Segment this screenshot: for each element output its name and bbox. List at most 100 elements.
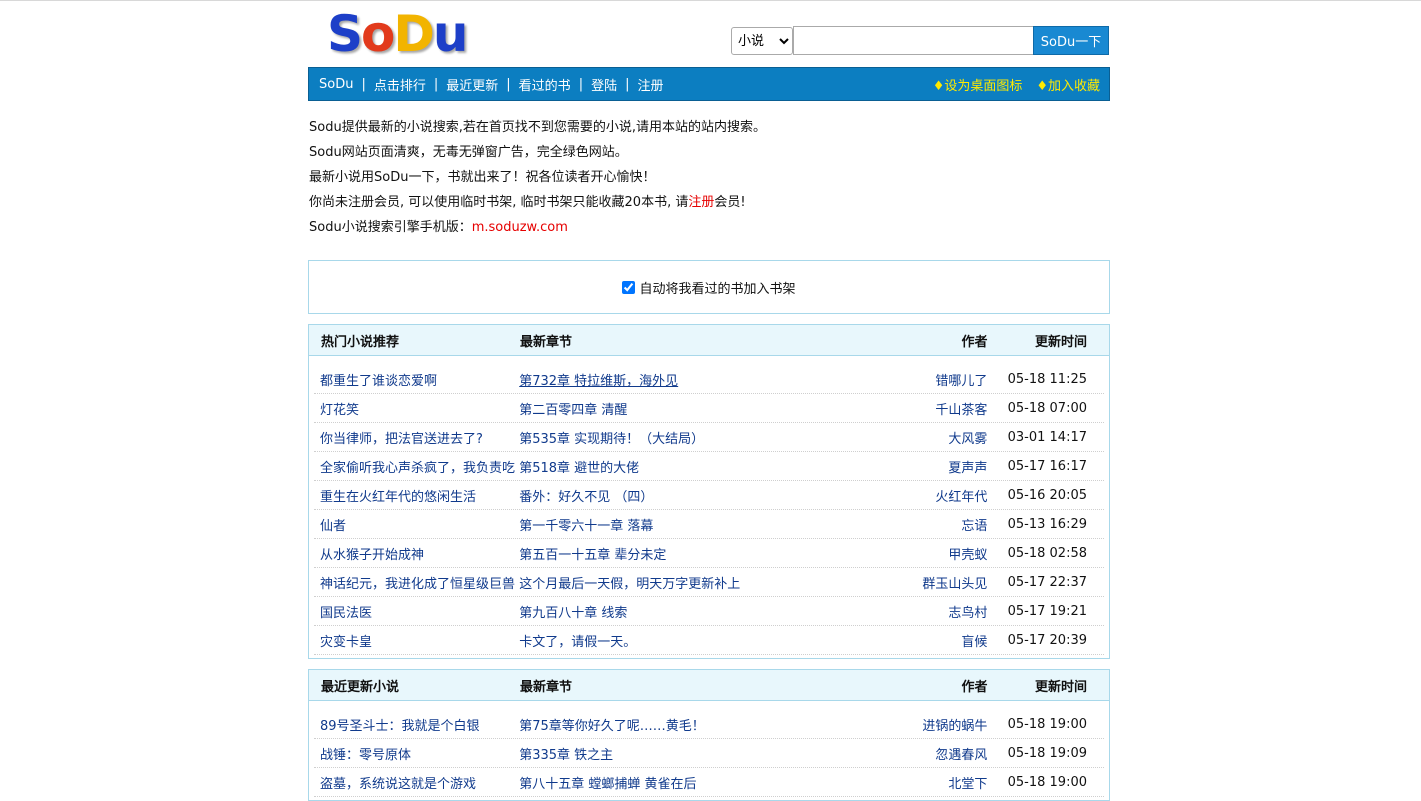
novel-title-link[interactable]: 灾变卡皇 [320,635,372,650]
header-author: 作者 [961,334,988,350]
update-time: 05-17 19:21 [1007,603,1087,619]
table-row: 全家偷听我心声杀疯了，我负责吃 第518章 避世的大佬 夏声声 05-17 16:17 [314,452,1104,481]
author-cell: 夏声声 [818,457,987,476]
sodu-logo[interactable]: SoDu [327,5,469,63]
nav-item-login[interactable]: 登陆 [591,75,617,94]
register-link[interactable]: 注册 [688,195,714,210]
latest-chapter-link[interactable]: 第一千零六十一章 落幕 [519,519,653,534]
nav-item-recent[interactable]: 最近更新 [446,75,498,94]
latest-chapter-link[interactable]: 番外：好久不见 （四） [519,490,653,505]
novel-title-link[interactable]: 你当律师，把法官送进去了? [320,432,483,447]
logo-letter: u [432,5,469,63]
author-link[interactable]: 进锅的蜗牛 [922,719,987,734]
update-time: 05-18 11:25 [1007,371,1087,387]
novel-title-link[interactable]: 都重生了谁谈恋爱啊 [320,374,437,389]
main-nav: SoDu | 点击排行 | 最近更新 | 看过的书 | 登陆 | 注册 ♦设为桌… [308,67,1110,101]
latest-chapter-link[interactable]: 卡文了，请假一天。 [519,635,636,650]
author-cell: 大风雾 [818,428,987,447]
latest-chapter-link[interactable]: 第518章 避世的大佬 [519,461,639,476]
novel-title-cell: 灾变卡皇 [320,631,519,650]
novel-title-cell: 仙者 [320,515,519,534]
info-line: 最新小说用SoDu一下，书就出来了！祝各位读者开心愉快！ [309,170,656,185]
update-time: 03-01 14:17 [1007,429,1087,445]
author-cell: 志鸟村 [818,602,987,621]
latest-chapter-cell: 卡文了，请假一天。 [519,631,818,650]
logo-letter: S [327,5,363,63]
search-button[interactable]: SoDu一下 [1033,26,1109,55]
author-link[interactable]: 忽遇春风 [935,748,987,763]
author-link[interactable]: 北堂下 [948,777,987,792]
latest-chapter-link[interactable]: 第732章 特拉维斯，海外见 [519,374,678,389]
header-time: 更新时间 [1034,334,1087,350]
update-time: 05-18 19:00 [1007,774,1087,790]
author-link[interactable]: 盲候 [961,635,987,650]
search-input[interactable] [793,26,1033,55]
novel-title-cell: 神话纪元，我进化成了恒星级巨兽 [320,573,519,592]
author-link[interactable]: 群玉山头见 [922,577,987,592]
table-row: 仙者 第一千零六十一章 落幕 忘语 05-13 16:29 [314,510,1104,539]
author-link[interactable]: 夏声声 [948,461,987,476]
latest-chapter-link[interactable]: 第335章 铁之主 [519,748,613,763]
latest-chapter-link[interactable]: 第八十五章 螳螂捕蝉 黄雀在后 [519,777,696,792]
novel-title-cell: 战锤：零号原体 [320,744,519,763]
author-link[interactable]: 火红年代 [935,490,987,505]
novel-title-cell: 89号圣斗士：我就是个白银 [320,715,519,734]
table-row: 神话纪元，我进化成了恒星级巨兽 这个月最后一天假，明天万字更新补上 群玉山头见 05-… [314,568,1104,597]
latest-chapter-link[interactable]: 第75章等你好久了呢……黄毛！ [519,719,705,734]
update-time: 05-18 19:09 [1007,745,1087,761]
novel-title-link[interactable]: 全家偷听我心声杀疯了，我负责吃 [320,461,515,476]
nav-item-ranking[interactable]: 点击排行 [374,75,426,94]
novel-title-cell: 全家偷听我心声杀疯了，我负责吃 [320,457,519,476]
nav-item-register[interactable]: 注册 [637,75,663,94]
header-author: 作者 [961,679,988,695]
nav-item-sodu[interactable]: SoDu [319,77,353,92]
novel-title-cell: 盗墓，系统说这就是个游戏 [320,773,519,792]
latest-chapter-cell: 第五百一十五章 辈分未定 [519,544,818,563]
latest-chapter-cell: 第一千零六十一章 落幕 [519,515,818,534]
nav-separator: | [361,76,366,92]
auto-add-checkbox[interactable] [622,280,636,294]
header-chapter: 最新章节 [519,334,572,350]
add-favorite-link[interactable]: ♦加入收藏 [1036,75,1100,94]
author-link[interactable]: 大风雾 [948,432,987,447]
update-time: 05-18 02:58 [1007,545,1087,561]
latest-chapter-cell: 第八十五章 螳螂捕蝉 黄雀在后 [519,773,818,792]
author-link[interactable]: 甲壳蚁 [948,548,987,563]
author-link[interactable]: 千山茶客 [935,403,987,418]
novel-title-link[interactable]: 神话纪元，我进化成了恒星级巨兽 [320,577,515,592]
novel-title-link[interactable]: 国民法医 [320,606,372,621]
novel-title-link[interactable]: 盗墓，系统说这就是个游戏 [320,777,476,792]
info-line: 你尚未注册会员, 可以使用临时书架, 临时书架只能收藏20本书, 请注册会员! [309,190,1110,215]
novel-title-link[interactable]: 从水猴子开始成神 [320,548,424,563]
author-link[interactable]: 忘语 [961,519,987,534]
search-category-select[interactable]: 小说 [731,27,793,55]
author-cell: 忽遇春风 [818,744,987,763]
author-link[interactable]: 志鸟村 [948,606,987,621]
header-title: 热门小说推荐 [321,334,400,350]
latest-chapter-link[interactable]: 第二百零四章 清醒 [519,403,627,418]
auto-add-box: 自动将我看过的书加入书架 [308,260,1110,314]
novel-title-link[interactable]: 灯花笑 [320,403,359,418]
update-time: 05-18 19:00 [1007,716,1087,732]
mobile-site-link[interactable]: m.soduzw.com [472,220,568,235]
set-desktop-icon-link[interactable]: ♦设为桌面图标 [933,75,1023,94]
latest-chapter-link[interactable]: 第535章 实现期待！（大结局） [519,432,704,447]
novel-title-link[interactable]: 战锤：零号原体 [320,748,411,763]
latest-chapter-link[interactable]: 这个月最后一天假，明天万字更新补上 [519,577,740,592]
novel-title-link[interactable]: 89号圣斗士：我就是个白银 [320,719,480,734]
latest-chapter-cell: 第732章 特拉维斯，海外见 [519,370,818,389]
novel-title-link[interactable]: 仙者 [320,519,346,534]
nav-item-history[interactable]: 看过的书 [519,75,571,94]
latest-chapter-cell: 第518章 避世的大佬 [519,457,818,476]
latest-chapter-cell: 第75章等你好久了呢……黄毛！ [519,715,818,734]
search-bar: 小说 SoDu一下 [731,26,1109,55]
latest-chapter-cell: 这个月最后一天假，明天万字更新补上 [519,573,818,592]
latest-chapter-link[interactable]: 第九百八十章 线索 [519,606,627,621]
novel-title-link[interactable]: 重生在火红年代的悠闲生活 [320,490,476,505]
update-time: 05-13 16:29 [1007,516,1087,532]
hot-novels-table: 热门小说推荐 最新章节 作者 更新时间 都重生了谁谈恋爱啊 第732章 特拉维斯，… [308,324,1110,659]
author-cell: 千山茶客 [818,399,987,418]
latest-chapter-link[interactable]: 第五百一十五章 辈分未定 [519,548,666,563]
author-link[interactable]: 错哪儿了 [935,374,987,389]
author-cell: 进锅的蜗牛 [818,715,987,734]
